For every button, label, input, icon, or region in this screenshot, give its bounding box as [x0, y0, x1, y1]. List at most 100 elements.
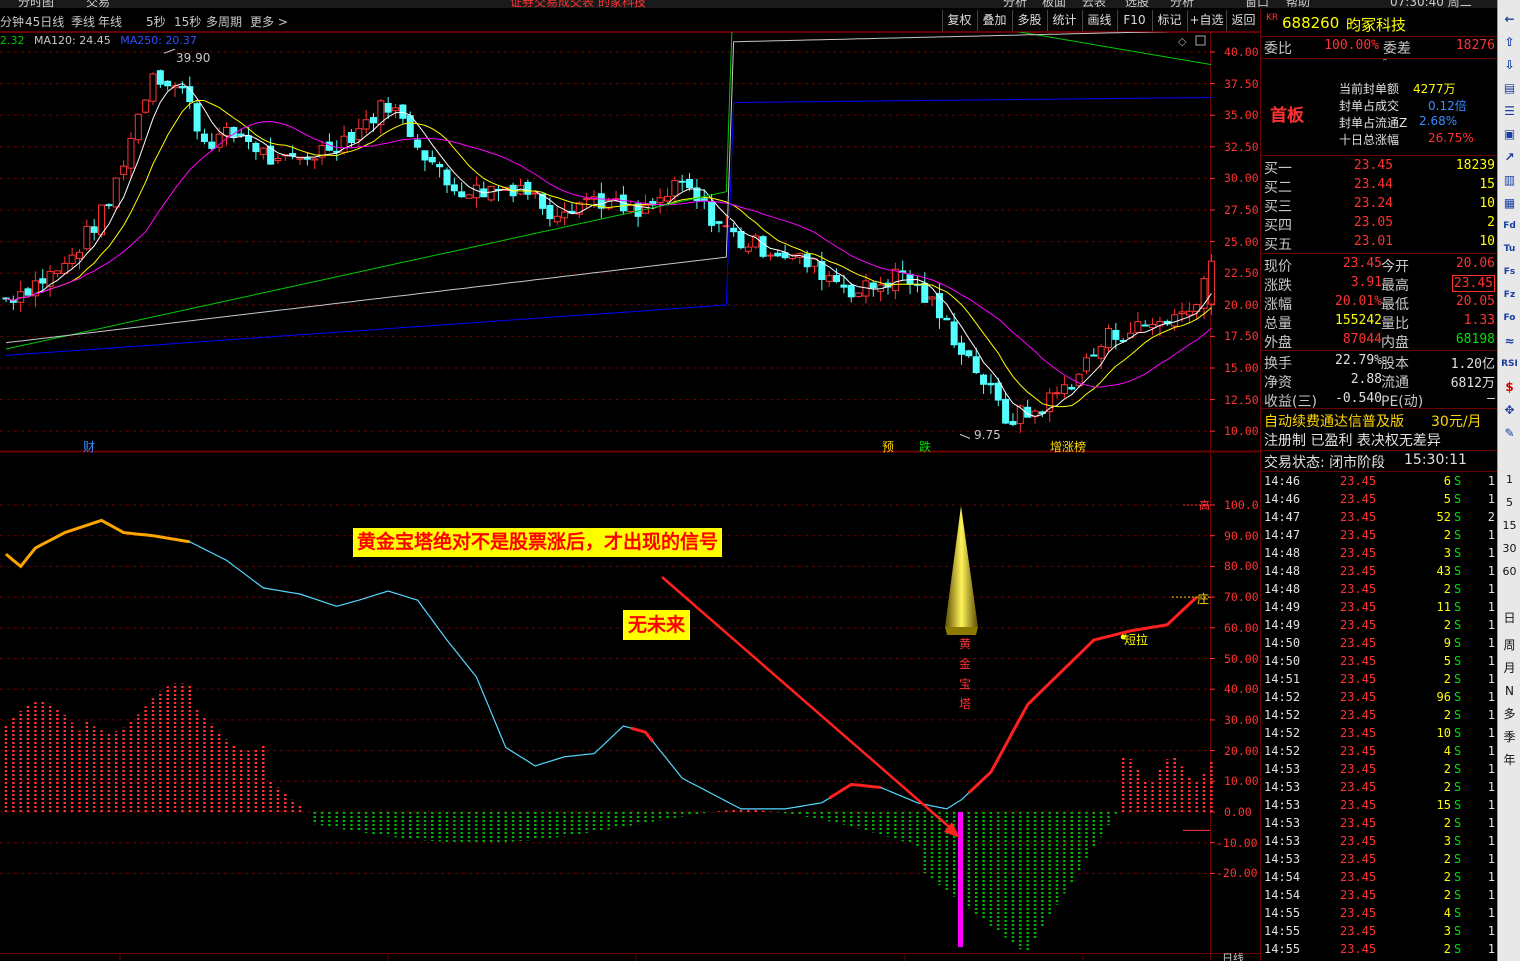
sidebar-period[interactable]: N [1500, 681, 1519, 701]
sidebar-period[interactable]: 日 [1500, 608, 1519, 628]
event-marker[interactable]: 预 [882, 438, 894, 455]
tick-row[interactable]: 14:49 23.45 11 S 1 [1261, 600, 1497, 618]
top-menu-item[interactable]: 交易 [86, 0, 110, 8]
toolbar-button[interactable]: 多股 [1012, 10, 1046, 31]
toolbar-button[interactable]: 统计 [1047, 10, 1081, 31]
sidebar-tool-icon[interactable]: ▦ [1500, 194, 1519, 213]
tick-row[interactable]: 14:52 23.45 10 S 1 [1261, 726, 1497, 744]
tick-time: 14:54 [1264, 870, 1301, 884]
toolbar-button[interactable]: +自选 [1187, 10, 1225, 31]
bid-row[interactable]: 买一 23.45 18239 [1261, 158, 1497, 177]
toolbar-button[interactable]: F10 [1117, 10, 1151, 31]
kline-chart[interactable]: ◇ [0, 32, 1260, 961]
period-tab[interactable]: 多周期 [206, 13, 242, 30]
top-menu-item[interactable]: 分析 [1170, 0, 1194, 8]
collapse-arrow-icon[interactable]: ⌃ [1381, 58, 1389, 68]
sidebar-tool-icon[interactable]: Tu [1500, 240, 1519, 259]
sidebar-tool-icon[interactable]: ⇧ [1500, 33, 1519, 52]
tick-row[interactable]: 14:50 23.45 5 S 1 [1261, 654, 1497, 672]
tick-row[interactable]: 14:53 23.45 15 S 1 [1261, 798, 1497, 816]
sidebar-period[interactable]: 季 [1500, 727, 1519, 747]
bid-row[interactable]: 买二 23.44 15 [1261, 177, 1497, 196]
tick-row[interactable]: 14:52 23.45 4 S 1 [1261, 744, 1497, 762]
period-tab[interactable]: 更多 > [250, 13, 288, 30]
tick-row[interactable]: 14:52 23.45 2 S 1 [1261, 708, 1497, 726]
sidebar-tool-icon[interactable]: ≈ [1500, 332, 1519, 351]
period-tab[interactable]: 分钟 [0, 13, 24, 30]
toolbar-button[interactable]: 画线 [1082, 10, 1116, 31]
bid-row[interactable]: 买四 23.05 2 [1261, 215, 1497, 234]
sidebar-tool-icon[interactable]: ☰ [1500, 102, 1519, 121]
tick-row[interactable]: 14:53 23.45 2 S 1 [1261, 816, 1497, 834]
sidebar-tool-icon[interactable]: ▥ [1500, 171, 1519, 190]
tick-row[interactable]: 14:53 23.45 2 S 1 [1261, 762, 1497, 780]
sidebar-period[interactable]: 5 [1500, 493, 1519, 513]
period-tab[interactable]: 年线 [98, 13, 122, 30]
period-tab[interactable]: 季线 [71, 13, 95, 30]
sidebar-period[interactable]: 30 [1500, 539, 1519, 559]
tick-row[interactable]: 14:54 23.45 2 S 1 [1261, 888, 1497, 906]
event-marker[interactable]: 增涨榜 [1050, 438, 1086, 455]
sidebar-period[interactable]: 周 [1500, 635, 1519, 655]
tick-row[interactable]: 14:51 23.45 2 S 1 [1261, 672, 1497, 690]
tick-row[interactable]: 14:55 23.45 4 S 1 [1261, 906, 1497, 924]
top-menu-item[interactable]: 窗口 [1245, 0, 1269, 8]
sidebar-tool-icon[interactable]: RSI [1500, 355, 1519, 374]
bid-row[interactable]: 买三 23.24 10 [1261, 196, 1497, 215]
tick-row[interactable]: 14:54 23.45 2 S 1 [1261, 870, 1497, 888]
tick-row[interactable]: 14:50 23.45 9 S 1 [1261, 636, 1497, 654]
top-menu-item[interactable]: 板面 [1042, 0, 1066, 8]
top-menu-item[interactable]: 云表 [1082, 0, 1106, 8]
toolbar-button[interactable]: 叠加 [977, 10, 1011, 31]
tick-row[interactable]: 14:53 23.45 2 S 1 [1261, 780, 1497, 798]
sidebar-tool-icon[interactable]: ▣ [1500, 125, 1519, 144]
sidebar-tool-icon[interactable]: ▤ [1500, 79, 1519, 98]
sidebar-tool-icon[interactable]: ← [1500, 10, 1519, 29]
top-menu-item[interactable]: 分析 [1003, 0, 1027, 8]
sidebar-tool-icon[interactable]: Fo [1500, 309, 1519, 328]
tick-row[interactable]: 14:53 23.45 2 S 1 [1261, 852, 1497, 870]
tick-row[interactable]: 14:48 23.45 43 S 1 [1261, 564, 1497, 582]
sidebar-period[interactable]: 60 [1500, 562, 1519, 582]
quote-value: 23.45 [1342, 256, 1382, 271]
top-menu-item[interactable]: 帮助 [1286, 0, 1310, 8]
sidebar-tool-icon[interactable]: Fz [1500, 286, 1519, 305]
tick-row[interactable]: 14:48 23.45 3 S 1 [1261, 546, 1497, 564]
period-tab[interactable]: 15秒 [174, 13, 201, 30]
tick-row[interactable]: 14:53 23.45 3 S 1 [1261, 834, 1497, 852]
tick-row[interactable]: 14:46 23.45 6 S 1 [1261, 474, 1497, 492]
toolbar-button[interactable]: 复权 [942, 10, 976, 31]
period-tab[interactable]: 45日线 [25, 13, 64, 30]
sidebar-tool-icon[interactable]: ✎ [1500, 424, 1519, 443]
tick-row[interactable]: 14:48 23.45 2 S 1 [1261, 582, 1497, 600]
top-menu-item[interactable]: 选股 [1125, 0, 1149, 8]
sidebar-tool-icon[interactable]: ⇩ [1500, 56, 1519, 75]
tick-row[interactable]: 14:52 23.45 96 S 1 [1261, 690, 1497, 708]
tick-row[interactable]: 14:55 23.45 2 S 1 [1261, 942, 1497, 960]
tick-row[interactable]: 14:47 23.45 52 S 2 [1261, 510, 1497, 528]
promo-row-1[interactable]: 自动续费通达信普及版 30元/月 [1261, 411, 1497, 430]
tick-price: 23.45 [1340, 492, 1377, 506]
toolbar-button[interactable]: 返回 [1226, 10, 1260, 31]
sidebar-tool-icon[interactable]: ↗ [1500, 148, 1519, 167]
sidebar-tool-icon[interactable]: Fd [1500, 217, 1519, 236]
tick-row[interactable]: 14:49 23.45 2 S 1 [1261, 618, 1497, 636]
sidebar-period[interactable]: 15 [1500, 516, 1519, 536]
period-tab[interactable]: 5秒 [146, 13, 166, 30]
tick-row[interactable]: 14:47 23.45 2 S 1 [1261, 528, 1497, 546]
sidebar-tool-icon[interactable]: Fs [1500, 263, 1519, 282]
event-marker[interactable]: 跌 [919, 438, 931, 455]
bid-row[interactable]: 买五 23.01 10 [1261, 234, 1497, 253]
event-marker[interactable]: 财 [83, 438, 95, 455]
sidebar-period[interactable]: 多 [1500, 704, 1519, 724]
top-menu-item[interactable]: 证券交易成交表 的家科技 [510, 0, 646, 8]
sidebar-period[interactable]: 年 [1500, 750, 1519, 770]
tick-row[interactable]: 14:46 23.45 5 S 1 [1261, 492, 1497, 510]
sidebar-period[interactable]: 1 [1500, 470, 1519, 490]
tick-row[interactable]: 14:55 23.45 3 S 1 [1261, 924, 1497, 942]
sidebar-tool-icon[interactable]: $ [1500, 378, 1519, 397]
top-menu-item[interactable]: 分时图 [18, 0, 54, 8]
sidebar-tool-icon[interactable]: ✥ [1500, 401, 1519, 420]
sidebar-period[interactable]: 月 [1500, 658, 1519, 678]
toolbar-button[interactable]: 标记 [1152, 10, 1186, 31]
